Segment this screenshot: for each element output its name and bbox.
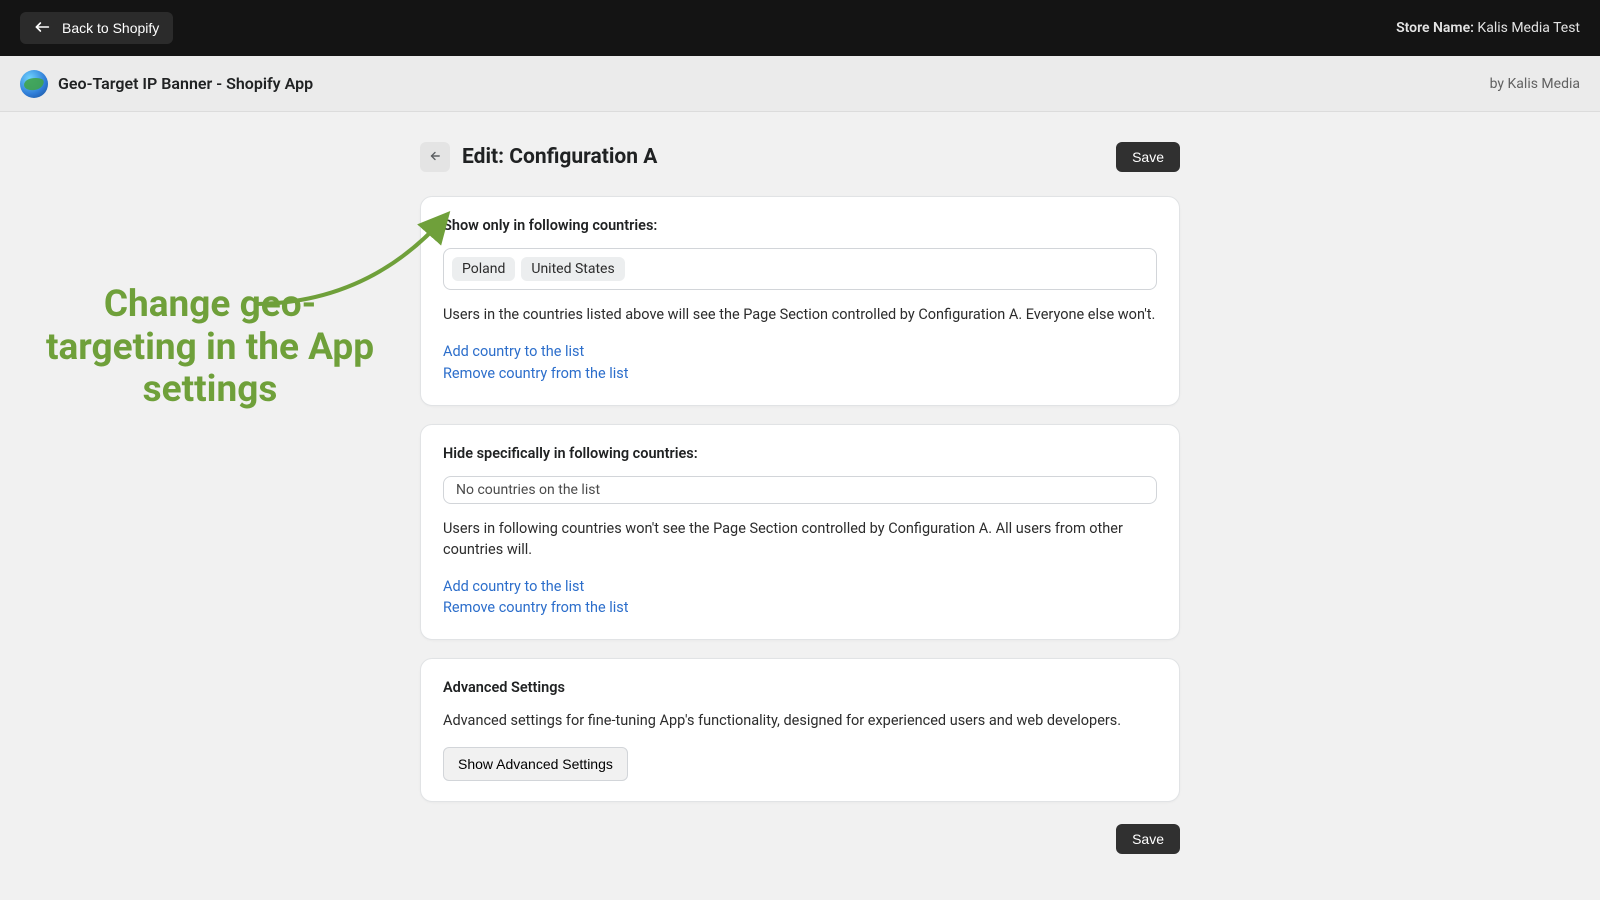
show-countries-input[interactable]: Poland United States: [443, 248, 1157, 290]
hide-countries-heading: Hide specifically in following countries…: [443, 445, 1157, 462]
footer-save-row: Save: [420, 820, 1180, 854]
save-button-top[interactable]: Save: [1116, 142, 1180, 172]
arrow-left-icon: [34, 20, 50, 36]
arrow-left-icon: [428, 149, 442, 166]
back-to-shopify-button[interactable]: Back to Shopify: [20, 12, 173, 44]
advanced-settings-description: Advanced settings for fine-tuning App's …: [443, 710, 1157, 731]
page-back-button[interactable]: [420, 142, 450, 172]
hide-countries-empty-label: No countries on the list: [456, 482, 600, 498]
topbar: Back to Shopify Store Name: Kalis Media …: [0, 0, 1600, 56]
app-header: Geo-Target IP Banner - Shopify App by Ka…: [0, 56, 1600, 112]
store-name: Store Name: Kalis Media Test: [1396, 20, 1580, 36]
show-countries-heading: Show only in following countries:: [443, 217, 1157, 234]
hide-countries-description: Users in following countries won't see t…: [443, 518, 1157, 560]
annotation-text: Change geo-targeting in the App settings: [40, 284, 380, 412]
page-title: Edit: Configuration A: [462, 145, 657, 169]
add-country-link[interactable]: Add country to the list: [443, 576, 1157, 598]
add-country-link[interactable]: Add country to the list: [443, 341, 1157, 363]
hide-countries-input[interactable]: No countries on the list: [443, 476, 1157, 504]
main: Change geo-targeting in the App settings…: [0, 112, 1600, 900]
app-title: Geo-Target IP Banner - Shopify App: [58, 74, 313, 93]
back-to-shopify-label: Back to Shopify: [62, 20, 159, 36]
page-title-row: Edit: Configuration A Save: [420, 142, 1180, 172]
country-tag[interactable]: Poland: [452, 257, 515, 281]
advanced-settings-card: Advanced Settings Advanced settings for …: [420, 658, 1180, 802]
store-name-label: Store Name:: [1396, 20, 1474, 36]
globe-icon: [20, 70, 48, 98]
app-author: by Kalis Media: [1490, 76, 1580, 92]
show-advanced-settings-button[interactable]: Show Advanced Settings: [443, 747, 628, 781]
hide-countries-card: Hide specifically in following countries…: [420, 424, 1180, 641]
content: Edit: Configuration A Save Show only in …: [420, 112, 1180, 854]
save-button-bottom[interactable]: Save: [1116, 824, 1180, 854]
remove-country-link[interactable]: Remove country from the list: [443, 597, 1157, 619]
country-tag[interactable]: United States: [521, 257, 624, 281]
remove-country-link[interactable]: Remove country from the list: [443, 363, 1157, 385]
show-countries-card: Show only in following countries: Poland…: [420, 196, 1180, 406]
store-name-value: Kalis Media Test: [1477, 20, 1580, 36]
show-countries-description: Users in the countries listed above will…: [443, 304, 1157, 325]
advanced-settings-heading: Advanced Settings: [443, 679, 1157, 696]
